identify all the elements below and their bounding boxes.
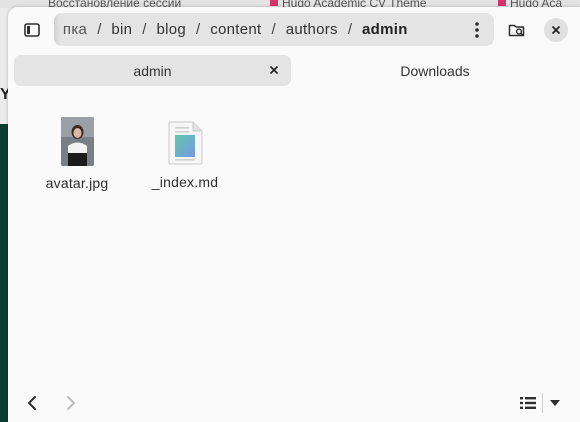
kebab-menu-icon <box>475 21 479 38</box>
image-thumbnail-icon <box>60 117 94 166</box>
path-segment-current[interactable]: admin <box>352 21 418 38</box>
tab-downloads[interactable]: Downloads <box>296 55 574 86</box>
tab-admin[interactable]: admin <box>14 55 291 86</box>
tab-label: Downloads <box>400 62 470 79</box>
view-mode-button[interactable] <box>520 392 570 414</box>
file-chooser-dialog: . пка / bin / blog / content / authors /… <box>8 7 580 422</box>
tab-close-button[interactable] <box>267 63 281 77</box>
header-bar: . пка / bin / blog / content / authors /… <box>8 7 580 53</box>
file-name: _index.md <box>151 174 219 190</box>
path-bar-fade <box>54 13 60 46</box>
file-name: avatar.jpg <box>45 175 109 191</box>
path-bar: . пка / bin / blog / content / authors /… <box>54 13 494 46</box>
sidebar-toggle-button[interactable] <box>19 19 45 41</box>
list-view-icon <box>520 397 536 409</box>
close-button[interactable] <box>544 18 568 42</box>
chevron-right-icon <box>67 396 75 410</box>
tab-label: admin <box>133 62 172 79</box>
chevron-left-icon <box>28 396 36 410</box>
close-icon <box>551 25 561 35</box>
background-page-edge <box>0 124 8 422</box>
file-item-index[interactable]: _index.md <box>130 115 240 190</box>
tab-favicon-icon <box>498 0 506 6</box>
forward-button[interactable] <box>61 393 81 413</box>
search-button[interactable] <box>505 19 529 41</box>
path-menu-button[interactable] <box>460 13 494 46</box>
path-segment-bin[interactable]: bin <box>101 21 142 38</box>
tab-favicon-icon <box>270 0 278 6</box>
file-item-avatar[interactable]: avatar.jpg <box>22 115 132 191</box>
folder-search-icon <box>508 24 525 37</box>
path-segment[interactable]: . пка <box>54 21 97 38</box>
path-segment-blog[interactable]: blog <box>146 21 196 38</box>
chevron-down-icon[interactable] <box>549 399 561 407</box>
text-document-icon <box>168 121 203 165</box>
path-segment-content[interactable]: content <box>200 21 271 38</box>
path-segment-authors[interactable]: authors <box>276 21 348 38</box>
view-divider <box>542 393 543 413</box>
back-button[interactable] <box>22 393 42 413</box>
sidebar-toggle-icon <box>24 23 40 37</box>
close-icon <box>269 65 279 75</box>
